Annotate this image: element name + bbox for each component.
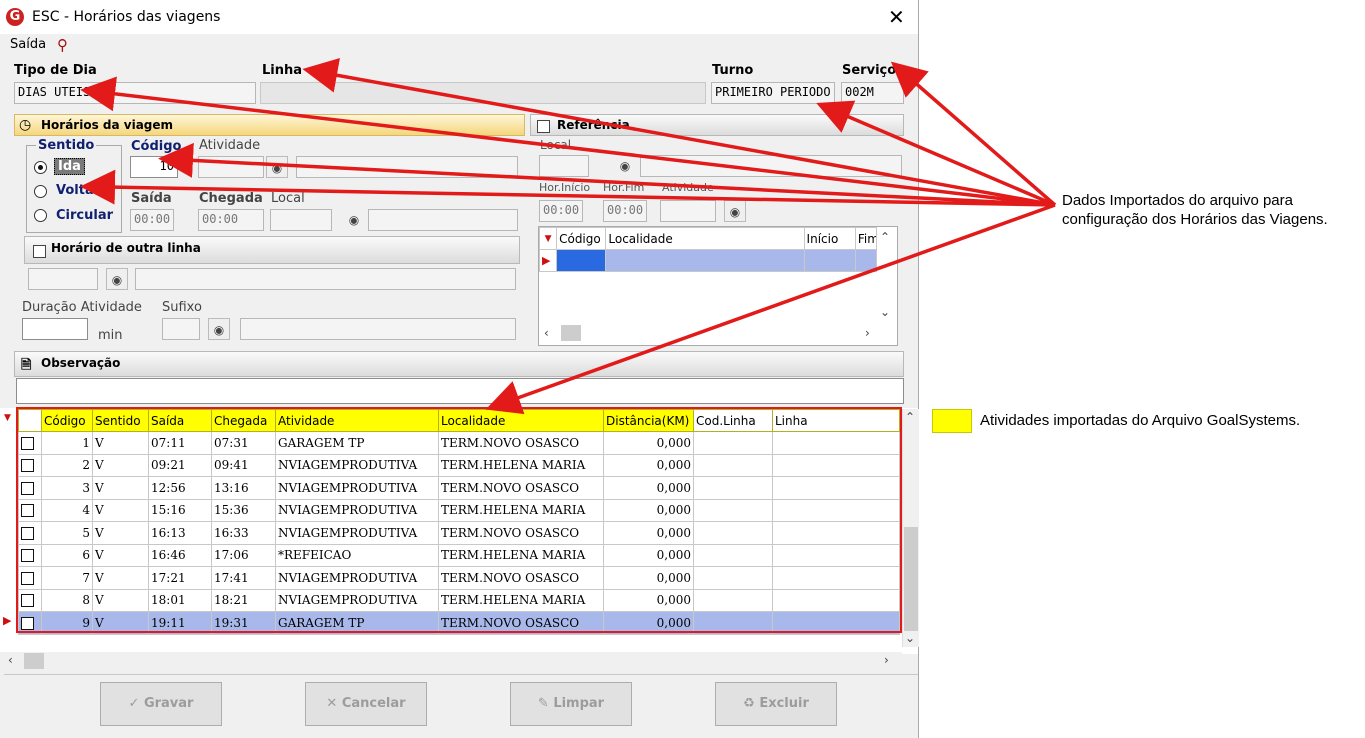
- arrow-to-servico: [890, 61, 1057, 207]
- annotation-arrows: [80, 58, 1057, 415]
- arrow-to-grid: [485, 203, 1056, 415]
